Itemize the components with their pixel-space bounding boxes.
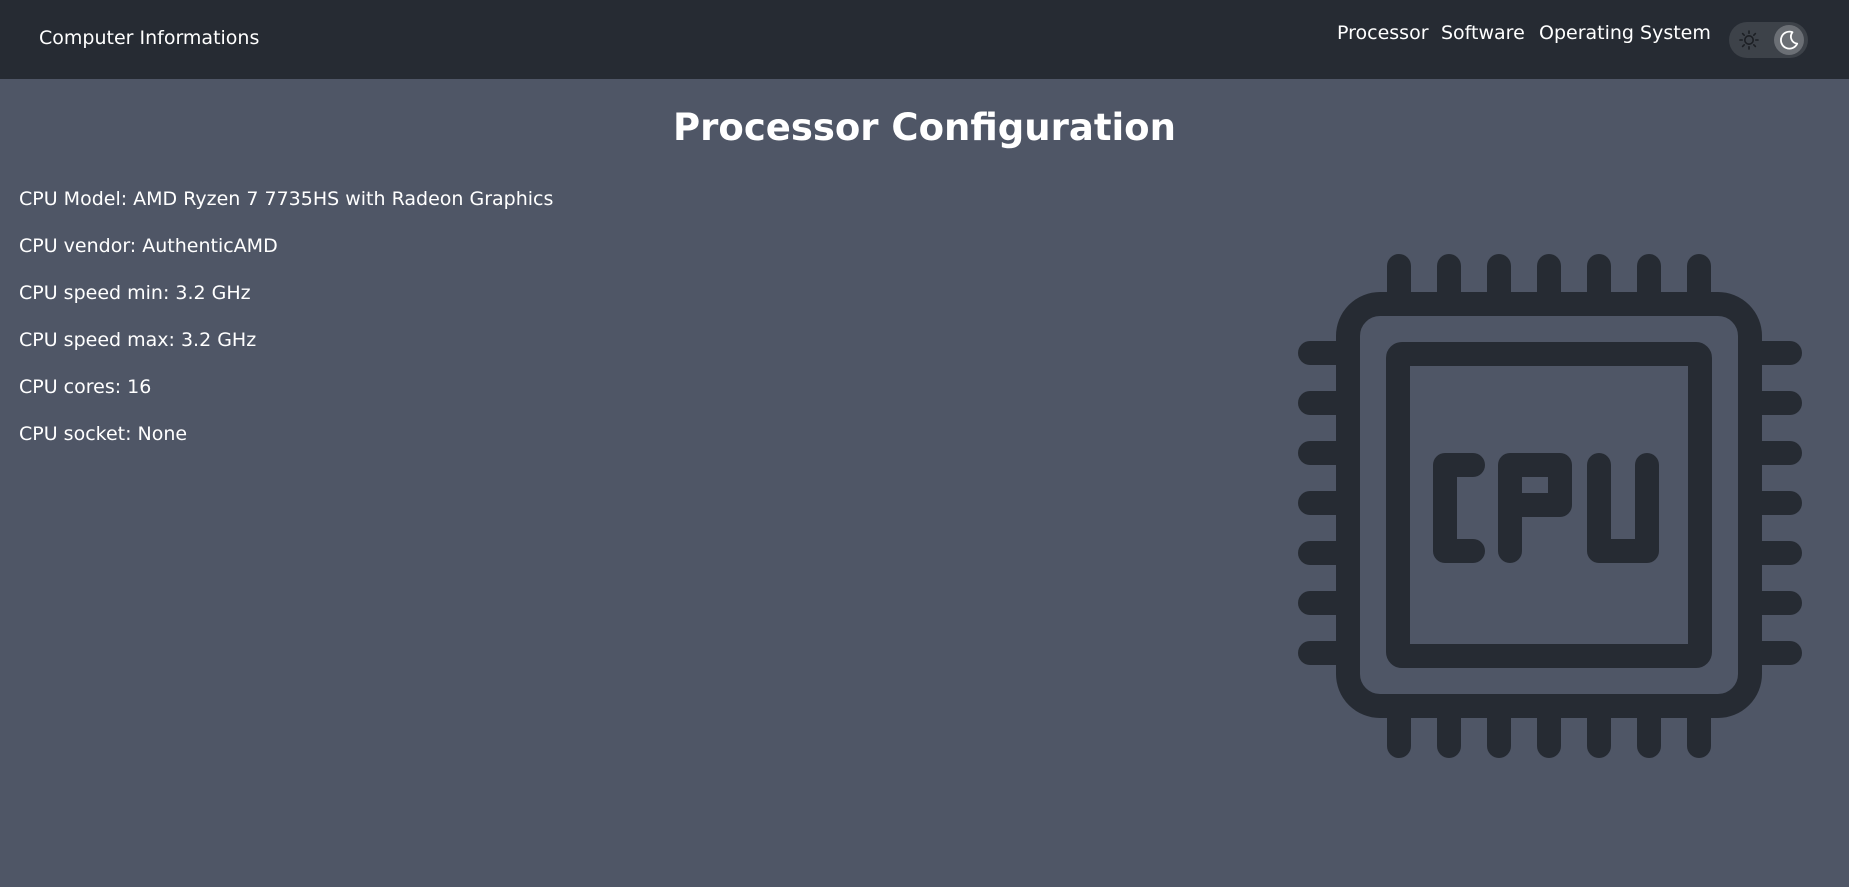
- nav-link-processor[interactable]: Processor: [1337, 22, 1429, 44]
- info-cpu-vendor: CPU vendor: AuthenticAMD: [19, 235, 278, 257]
- nav-link-software[interactable]: Software: [1441, 22, 1525, 44]
- sun-icon: [1739, 30, 1759, 50]
- info-cpu-socket: CPU socket: None: [19, 423, 188, 445]
- navbar: Computer Informations Processor Software…: [0, 0, 1849, 79]
- theme-toggle[interactable]: [1729, 22, 1808, 58]
- brand-title[interactable]: Computer Informations: [39, 27, 259, 49]
- info-cpu-model: CPU Model: AMD Ryzen 7 7735HS with Radeo…: [19, 188, 554, 210]
- cpu-chip-icon: [1298, 254, 1802, 762]
- toggle-knob[interactable]: [1774, 25, 1804, 55]
- info-cpu-speed-min: CPU speed min: 3.2 GHz: [19, 282, 251, 304]
- nav-link-operating-system[interactable]: Operating System: [1539, 22, 1711, 44]
- moon-icon: [1780, 30, 1799, 50]
- info-cpu-cores: CPU cores: 16: [19, 376, 152, 398]
- info-cpu-speed-max: CPU speed max: 3.2 GHz: [19, 329, 257, 351]
- page-title: Processor Configuration: [673, 106, 1176, 149]
- cpu-info-list: CPU Model: AMD Ryzen 7 7735HS with Radeo…: [19, 188, 553, 470]
